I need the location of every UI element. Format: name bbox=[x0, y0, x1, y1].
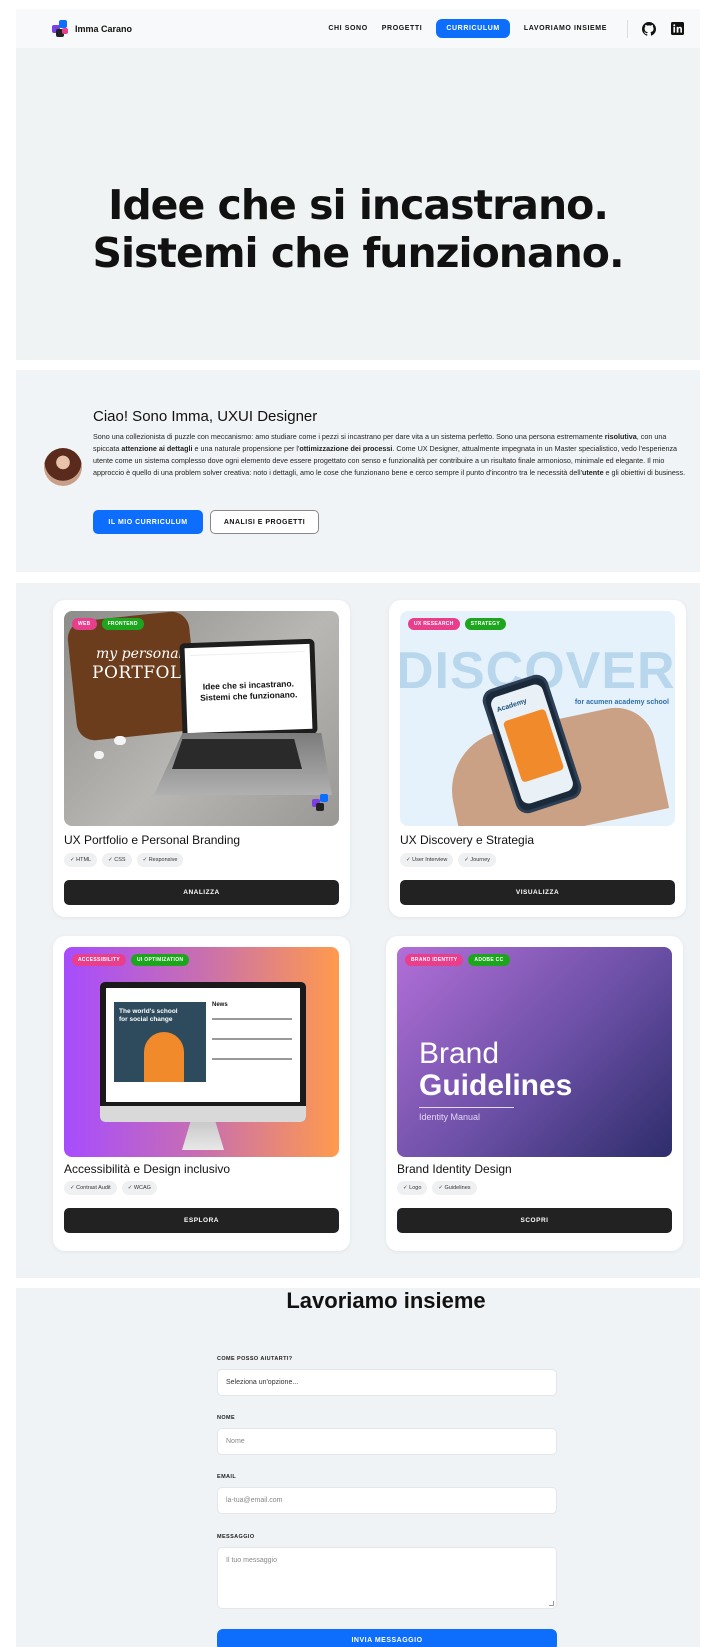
discovery-subtitle: for acumen academy school bbox=[574, 699, 669, 706]
project-card-discovery[interactable]: UX RESEARCH STRATEGY DISCOVERY for acume… bbox=[389, 600, 686, 917]
tag-accessibility: ACCESSIBILITY bbox=[72, 954, 126, 966]
about-description: Sono una collezionista di puzzle con mec… bbox=[93, 432, 686, 477]
chip: ✓ Responsive bbox=[136, 853, 184, 867]
email-placeholder: la-tua@email.com bbox=[226, 1497, 283, 1504]
monitor-stand bbox=[182, 1122, 224, 1150]
visualizza-button[interactable]: VISUALIZZA bbox=[400, 880, 675, 905]
message-placeholder: Il tuo messaggio bbox=[226, 1557, 277, 1564]
brand[interactable]: Imma Carano bbox=[52, 20, 132, 37]
chip: ✓ CSS bbox=[102, 853, 132, 867]
project-title: UX Discovery e Strategia bbox=[400, 833, 535, 847]
name-field[interactable]: Nome bbox=[217, 1428, 557, 1455]
contact-title: Lavoriamo insieme bbox=[286, 1288, 486, 1313]
project-title: Brand Identity Design bbox=[397, 1162, 512, 1176]
brand-name: Imma Carano bbox=[75, 23, 133, 34]
project-image-discovery: UX RESEARCH STRATEGY DISCOVERY for acume… bbox=[400, 611, 675, 826]
hero-line-2: Sistemi che funzionano. bbox=[92, 229, 624, 277]
portfolio-script-text: my personal bbox=[96, 646, 184, 662]
project-title: UX Portfolio e Personal Branding bbox=[64, 833, 241, 847]
help-select-value: Seleziona un'opzione... bbox=[226, 1379, 299, 1386]
contact-section: Lavoriamo insieme COME POSSO AIUTARTI? S… bbox=[16, 1288, 700, 1647]
nav-link-lavoriamo-insieme[interactable]: LAVORIAMO INSIEME bbox=[524, 25, 607, 32]
avatar bbox=[44, 448, 82, 486]
resize-handle-icon[interactable] bbox=[549, 1601, 554, 1606]
chip: ✓ Logo bbox=[397, 1181, 428, 1195]
tag-ui-optimization: UI OPTIMIZATION bbox=[130, 954, 190, 966]
tag-adobe-cc: ADOBE CC bbox=[468, 954, 510, 966]
submit-button[interactable]: INVIA MESSAGGIO bbox=[217, 1629, 557, 1647]
tag-web: WEB bbox=[72, 618, 97, 630]
chip: ✓ WCAG bbox=[121, 1181, 157, 1195]
help-select[interactable]: Seleziona un'opzione... bbox=[217, 1369, 557, 1396]
email-label: EMAIL bbox=[217, 1474, 237, 1480]
scopri-button[interactable]: SCOPRI bbox=[397, 1208, 672, 1233]
esplora-button[interactable]: ESPLORA bbox=[64, 1208, 339, 1233]
project-title: Accessibilità e Design inclusivo bbox=[64, 1162, 231, 1176]
curriculum-button[interactable]: IL MIO CURRICULUM bbox=[93, 510, 203, 534]
monitor-news: News bbox=[212, 1002, 228, 1008]
name-label: NOME bbox=[217, 1415, 236, 1421]
projects-button[interactable]: ANALISI E PROGETTI bbox=[210, 510, 319, 534]
brand-line-2: Guidelines bbox=[419, 1069, 573, 1102]
chip: ✓ Contrast Audit bbox=[64, 1181, 117, 1195]
phone-brand: Academy bbox=[495, 697, 528, 715]
tag-frontend: FRONTEND bbox=[101, 618, 144, 630]
hero-section: Idee che si incastrano. Sistemi che funz… bbox=[16, 48, 700, 360]
monitor-headline: The world's school for social change bbox=[119, 1008, 178, 1023]
project-image-accessibility: ACCESSIBILITY UI OPTIMIZATION The world'… bbox=[64, 947, 339, 1157]
top-navbar: Imma Carano CHI SONO PROGETTI CURRICULUM… bbox=[16, 9, 700, 48]
chip: ✓ User Interview bbox=[400, 853, 454, 867]
nav-link-chi-sono[interactable]: CHI SONO bbox=[328, 25, 367, 32]
project-card-portfolio[interactable]: WEB FRONTEND my personal PORTFOLIO Idee … bbox=[53, 600, 350, 917]
tag-brand-identity: BRAND IDENTITY bbox=[405, 954, 464, 966]
puzzle-badge-icon bbox=[312, 794, 330, 812]
nav-link-curriculum[interactable]: CURRICULUM bbox=[436, 19, 510, 38]
about-title: Ciao! Sono Imma, UXUI Designer bbox=[93, 408, 318, 425]
hero-line-1: Idee che si incastrano. bbox=[108, 181, 609, 229]
laptop-screen: Idee che si incastrano. Sistemi che funz… bbox=[179, 638, 318, 739]
brand-line-1: Brand bbox=[419, 1037, 500, 1070]
about-section: Ciao! Sono Imma, UXUI Designer Sono una … bbox=[16, 370, 700, 572]
linkedin-icon[interactable] bbox=[670, 22, 684, 36]
project-image-brand: BRAND IDENTITY ADOBE CC Brand Guidelines… bbox=[397, 947, 672, 1157]
monitor-mockup: The world's school for social change New… bbox=[100, 982, 306, 1122]
message-field[interactable]: Il tuo messaggio bbox=[217, 1547, 557, 1609]
project-card-brand[interactable]: BRAND IDENTITY ADOBE CC Brand Guidelines… bbox=[386, 936, 683, 1251]
analizza-button[interactable]: ANALIZZA bbox=[64, 880, 339, 905]
chip: ✓ Journey bbox=[458, 853, 497, 867]
chip: ✓ Guidelines bbox=[432, 1181, 477, 1195]
brand-line-3: Identity Manual bbox=[419, 1112, 481, 1122]
chip: ✓ HTML bbox=[64, 853, 98, 867]
hero-headline: Idee che si incastrano. Sistemi che funz… bbox=[92, 181, 624, 277]
tag-ux-research: UX RESEARCH bbox=[408, 618, 460, 630]
help-label: COME POSSO AIUTARTI? bbox=[217, 1356, 293, 1362]
email-field[interactable]: la-tua@email.com bbox=[217, 1487, 557, 1514]
project-card-accessibility[interactable]: ACCESSIBILITY UI OPTIMIZATION The world'… bbox=[53, 936, 350, 1251]
nav-link-progetti[interactable]: PROGETTI bbox=[382, 25, 423, 32]
tag-strategy: STRATEGY bbox=[464, 618, 506, 630]
puzzle-logo-icon bbox=[52, 20, 69, 37]
message-label: MESSAGGIO bbox=[217, 1534, 255, 1540]
name-placeholder: Nome bbox=[226, 1438, 245, 1445]
nav-divider bbox=[627, 19, 628, 38]
projects-section: WEB FRONTEND my personal PORTFOLIO Idee … bbox=[16, 583, 700, 1278]
project-image-portfolio: WEB FRONTEND my personal PORTFOLIO Idee … bbox=[64, 611, 339, 826]
github-icon[interactable] bbox=[642, 21, 656, 36]
